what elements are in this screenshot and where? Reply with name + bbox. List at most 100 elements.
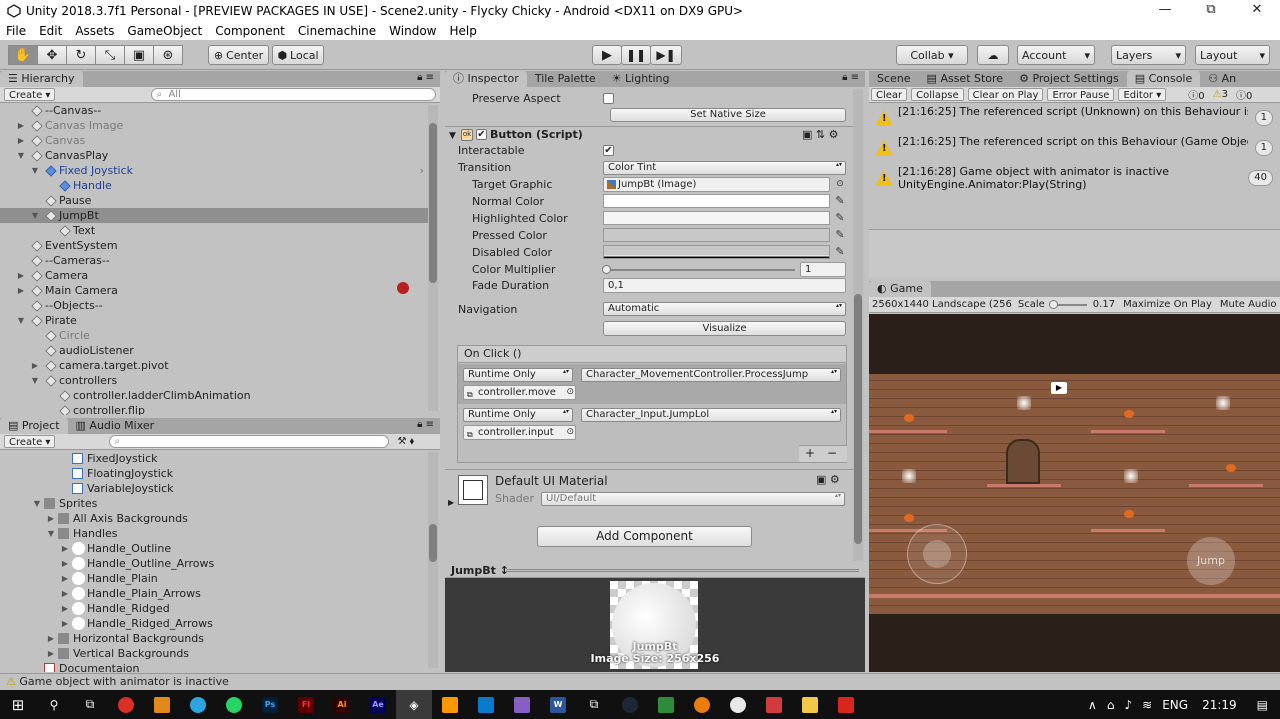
word-icon[interactable]: W bbox=[540, 690, 576, 719]
event-function-dropdown[interactable]: Character_MovementController.ProcessJump bbox=[581, 368, 841, 382]
wifi-icon[interactable]: ≋ bbox=[1142, 698, 1152, 712]
preserve-aspect-checkbox[interactable] bbox=[603, 93, 614, 104]
slider-thumb[interactable] bbox=[1048, 299, 1058, 309]
project-item[interactable]: ▶ Horizontal Backgrounds bbox=[0, 631, 428, 646]
tab-project[interactable]: ▤ Project bbox=[0, 418, 68, 434]
hierarchy-item[interactable]: ▶ Main Camera bbox=[0, 283, 428, 298]
pivot-center-button[interactable]: ⊕ Center bbox=[208, 45, 269, 65]
transform-tool-icon[interactable]: ⊛ bbox=[153, 45, 183, 65]
project-item[interactable]: Documentaion bbox=[0, 661, 428, 672]
project-item[interactable]: FloatingJoystick bbox=[0, 466, 428, 481]
hierarchy-item[interactable]: ▶ Canvas bbox=[0, 133, 428, 148]
status-bar[interactable]: ⚠ Game object with animator is inactive bbox=[0, 673, 1280, 690]
hierarchy-item[interactable]: ▶ Camera bbox=[0, 268, 428, 283]
project-item[interactable]: ▼ Sprites bbox=[0, 496, 428, 511]
event-function-dropdown[interactable]: Character_Input.JumpLol bbox=[581, 408, 841, 422]
eyedropper-icon[interactable]: ✎ bbox=[834, 245, 846, 259]
sublime-icon[interactable] bbox=[432, 690, 468, 719]
expand-arrow-icon[interactable]: ▼ bbox=[16, 148, 26, 163]
collab-button[interactable]: Collab ▾ bbox=[896, 45, 968, 65]
hierarchy-item[interactable]: EventSystem bbox=[0, 238, 428, 253]
project-item[interactable]: ▶ All Axis Backgrounds bbox=[0, 511, 428, 526]
blender-icon[interactable] bbox=[684, 690, 720, 719]
step-button[interactable]: ▶❚ bbox=[650, 45, 682, 65]
green-app-icon[interactable] bbox=[648, 690, 684, 719]
mute-audio-toggle[interactable]: Mute Audio bbox=[1220, 299, 1277, 310]
play-button[interactable]: ▶ bbox=[592, 45, 622, 65]
log-entry[interactable]: [21:16:28] Game object with animator is … bbox=[869, 163, 1279, 193]
photoshop-icon[interactable]: Ps bbox=[252, 690, 288, 719]
menu-file[interactable]: File bbox=[6, 24, 26, 38]
target-graphic-field[interactable]: JumpBt (Image) bbox=[603, 177, 830, 192]
tool-icon[interactable] bbox=[756, 690, 792, 719]
chevron-right-icon[interactable]: › bbox=[420, 163, 424, 178]
project-item[interactable]: ▶ Handle_Plain_Arrows bbox=[0, 586, 428, 601]
eyedropper-icon[interactable]: ✎ bbox=[834, 228, 846, 242]
eyedropper-icon[interactable]: ✎ bbox=[834, 211, 846, 225]
menu-gameobject[interactable]: GameObject bbox=[127, 24, 202, 38]
scale-tool-icon[interactable]: ⤡ bbox=[95, 45, 125, 65]
minimize-button[interactable]: — bbox=[1142, 0, 1188, 22]
color-multiplier-slider[interactable] bbox=[605, 269, 795, 271]
collapse-arrow-icon[interactable]: ▶ bbox=[16, 118, 26, 133]
hierarchy-item[interactable]: ▼ Fixed Joystick › bbox=[0, 163, 428, 178]
hierarchy-item[interactable]: controller.flip bbox=[0, 403, 428, 415]
visual-studio-icon[interactable] bbox=[504, 690, 540, 719]
visualize-button[interactable]: Visualize bbox=[603, 321, 846, 336]
project-item[interactable]: ▶ Handle_Plain bbox=[0, 571, 428, 586]
console-error-pause-button[interactable]: Error Pause bbox=[1047, 88, 1115, 101]
language-indicator[interactable]: ENG bbox=[1162, 698, 1188, 712]
whatsapp-icon[interactable] bbox=[216, 690, 252, 719]
log-entry[interactable]: [21:16:25] The referenced script on this… bbox=[869, 133, 1279, 163]
cloud-button[interactable]: ☁ bbox=[977, 45, 1009, 65]
windows-start-icon[interactable]: ⊞ bbox=[0, 690, 36, 719]
tab-audio-mixer[interactable]: ▥ Audio Mixer bbox=[68, 418, 163, 434]
project-item[interactable]: ▶ Handle_Outline bbox=[0, 541, 428, 556]
console-collapse-button[interactable]: Collapse bbox=[911, 88, 964, 101]
vscode-icon[interactable] bbox=[468, 690, 504, 719]
expand-arrow-icon[interactable]: ▼ bbox=[46, 526, 56, 541]
tab-console[interactable]: ▤ Console bbox=[1126, 71, 1201, 87]
tab-game[interactable]: ◐ Game bbox=[869, 281, 931, 297]
menu-assets[interactable]: Assets bbox=[75, 24, 114, 38]
tray-expand-icon[interactable]: ∧ bbox=[1088, 698, 1097, 712]
shader-dropdown[interactable]: UI/Default bbox=[541, 492, 845, 506]
event-mode-dropdown[interactable]: Runtime Only bbox=[463, 368, 573, 382]
console-editor-dropdown[interactable]: Editor ▾ bbox=[1118, 88, 1167, 101]
set-native-size-button[interactable]: Set Native Size bbox=[610, 108, 846, 122]
project-create-button[interactable]: Create ▾ bbox=[4, 435, 56, 448]
project-search-input[interactable]: ⌕ bbox=[109, 435, 390, 448]
tab-asset-store[interactable]: ▤ Asset Store bbox=[919, 71, 1012, 87]
collapse-arrow-icon[interactable]: ▶ bbox=[60, 586, 70, 601]
hierarchy-item[interactable]: audioListener bbox=[0, 343, 428, 358]
expand-arrow-icon[interactable]: ▼ bbox=[30, 373, 40, 388]
rotate-tool-icon[interactable]: ↻ bbox=[66, 45, 96, 65]
resolution-dropdown[interactable]: 2560x1440 Landscape (256 bbox=[872, 299, 1012, 310]
expand-arrow-icon[interactable]: ▼ bbox=[16, 313, 26, 328]
collapse-arrow-icon[interactable]: ▶ bbox=[46, 646, 56, 661]
hierarchy-item[interactable]: Text bbox=[0, 223, 428, 238]
highlighted-color-swatch[interactable] bbox=[603, 211, 830, 225]
hierarchy-item[interactable]: Circle bbox=[0, 328, 428, 343]
hierarchy-item[interactable]: ▼ CanvasPlay bbox=[0, 148, 428, 163]
object-picker-icon[interactable]: ⊙ bbox=[566, 426, 574, 439]
interactable-checkbox[interactable]: ✔ bbox=[603, 145, 614, 156]
volume-icon[interactable]: ♪ bbox=[1124, 698, 1132, 712]
event-mode-dropdown[interactable]: Runtime Only bbox=[463, 408, 573, 422]
pivot-local-button[interactable]: ⬢ Local bbox=[272, 45, 324, 65]
layers-dropdown[interactable]: Layers ▾ bbox=[1111, 45, 1186, 65]
hierarchy-item[interactable]: Pause bbox=[0, 193, 428, 208]
hierarchy-item[interactable]: --Objects-- bbox=[0, 298, 428, 313]
eyedropper-icon[interactable]: ✎ bbox=[834, 194, 846, 208]
slider-thumb[interactable] bbox=[602, 265, 611, 274]
layout-dropdown[interactable]: Layout ▾ bbox=[1195, 45, 1270, 65]
task-view-icon[interactable]: ⧉ bbox=[72, 690, 108, 719]
project-item[interactable]: ▼ Handles bbox=[0, 526, 428, 541]
normal-color-swatch[interactable] bbox=[603, 194, 830, 208]
jump-button[interactable]: Jump bbox=[1187, 537, 1235, 585]
menu-help[interactable]: Help bbox=[450, 24, 477, 38]
chrome-icon[interactable] bbox=[108, 690, 144, 719]
move-tool-icon[interactable]: ✥ bbox=[37, 45, 67, 65]
lock-icon[interactable]: 🔒︎ ≡ bbox=[417, 72, 434, 83]
project-item[interactable]: ▶ Handle_Ridged_Arrows bbox=[0, 616, 428, 631]
